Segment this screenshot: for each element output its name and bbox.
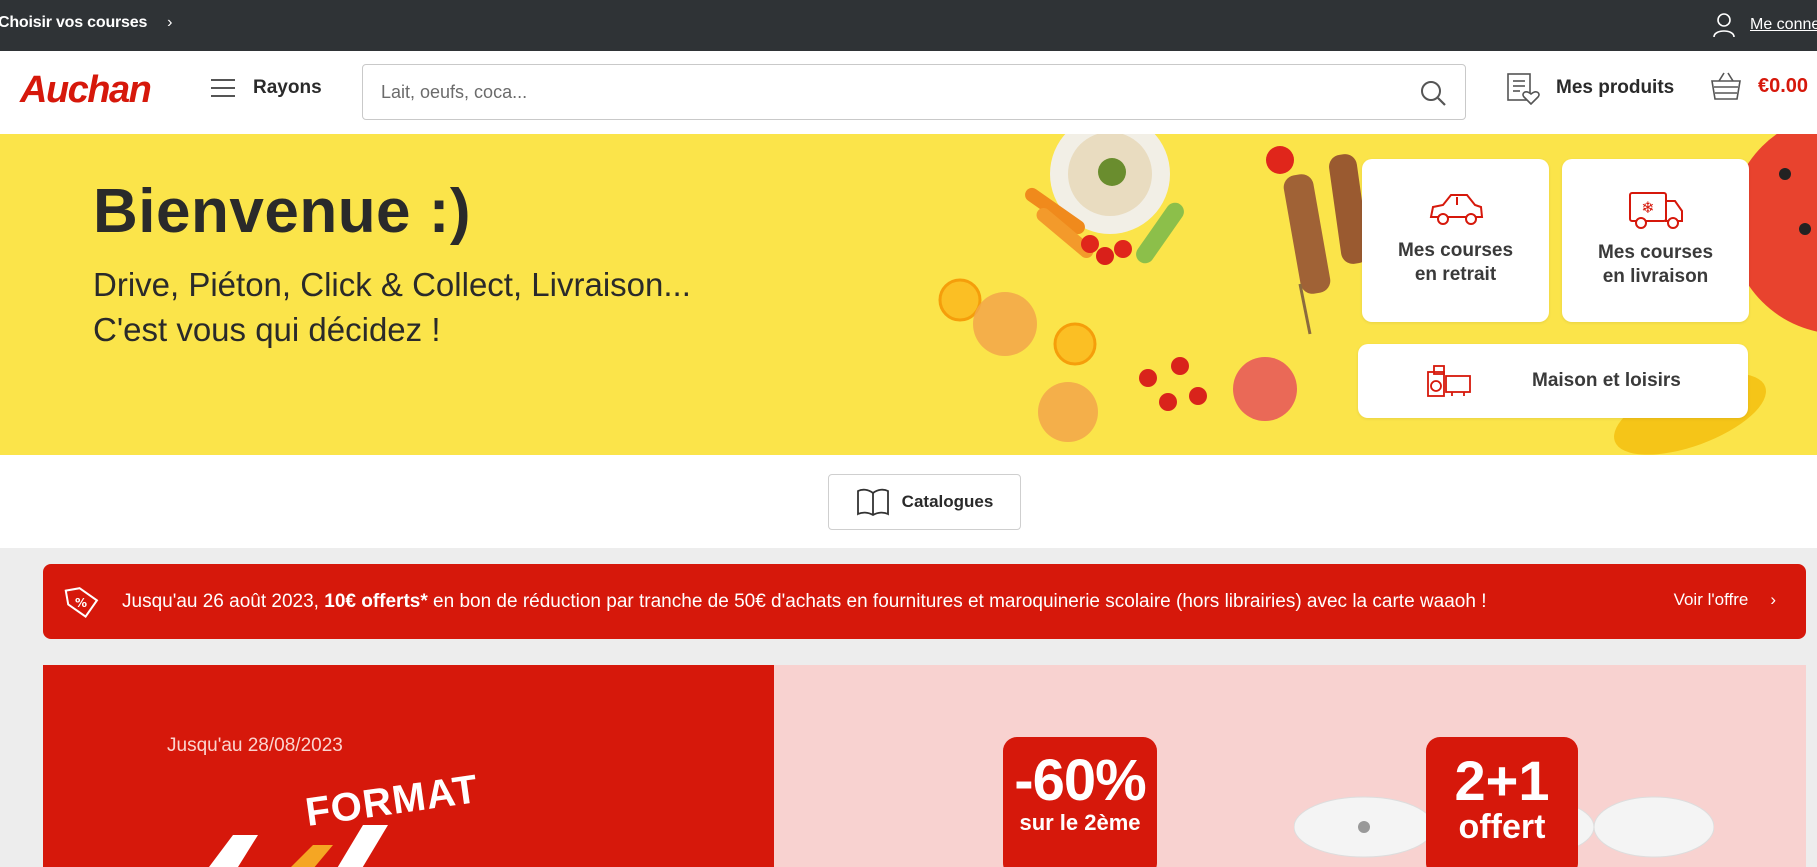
menu-icon xyxy=(211,78,235,98)
discount-badge: -60% sur le 2ème xyxy=(1003,737,1157,867)
card-mes-courses-livraison[interactable]: ❄ Mes courses en livraison xyxy=(1562,159,1749,322)
rayons-menu-button[interactable]: Rayons xyxy=(211,77,322,99)
catalogues-strip: Catalogues xyxy=(0,455,1817,548)
offer-badge-big: 2+1 xyxy=(1454,749,1550,812)
search-input[interactable] xyxy=(381,77,1381,107)
choose-courses-link[interactable]: Choisir vos courses › xyxy=(0,14,173,32)
cart-total: €0.00 xyxy=(1758,74,1809,97)
rayons-label: Rayons xyxy=(253,77,322,98)
discount-tag-icon: % xyxy=(64,586,99,618)
card-livraison-line1: Mes courses xyxy=(1597,242,1714,263)
voir-offre-label: Voir l'offre xyxy=(1673,590,1749,609)
choose-courses-label: Choisir vos courses xyxy=(0,14,148,31)
hero-banner: Bienvenue :) Drive, Piéton, Click & Coll… xyxy=(0,134,1817,455)
promo-text: Jusqu'au 26 août 2023, 10€ offerts* en b… xyxy=(122,591,1486,613)
mes-produits-link[interactable]: Mes produits xyxy=(1506,71,1674,105)
promo-banner[interactable]: % Jusqu'au 26 août 2023, 10€ offerts* en… xyxy=(43,564,1806,639)
offer-badge: 2+1 offert xyxy=(1426,737,1578,867)
promo-text-before: Jusqu'au 26 août 2023, xyxy=(122,590,325,612)
hero-subtitle-line1: Drive, Piéton, Click & Collect, Livraiso… xyxy=(93,266,691,303)
list-heart-icon xyxy=(1507,73,1540,105)
top-bar: Choisir vos courses › Me connecter xyxy=(0,0,1817,51)
discount-badge-big: -60% xyxy=(1014,748,1146,813)
svg-text:%: % xyxy=(75,596,87,610)
cart-button[interactable]: €0.00 xyxy=(1710,71,1808,101)
login-label: Me connecter xyxy=(1750,16,1817,33)
car-icon xyxy=(1429,194,1483,225)
svg-text:❄: ❄ xyxy=(1641,198,1654,217)
promo-tile-format[interactable]: Jusqu'au 28/08/2023 FORMAT xyxy=(43,665,774,867)
main-header: Auchan Rayons Mes produits €0.00 xyxy=(0,51,1817,134)
format-graphic xyxy=(209,825,388,867)
card-livraison-line2: en livraison xyxy=(1602,266,1709,287)
card-maison-label: Maison et loisirs xyxy=(1532,370,1681,391)
search-icon[interactable] xyxy=(1419,79,1447,107)
user-icon xyxy=(1713,13,1735,38)
delivery-truck-icon: ❄ xyxy=(1628,192,1683,229)
card-mes-courses-retrait[interactable]: Mes courses en retrait xyxy=(1362,159,1549,322)
promo-text-after: en bon de réduction par tranche de 50€ d… xyxy=(427,590,1487,612)
chevron-right-icon: › xyxy=(167,14,173,31)
card-retrait-line1: Mes courses xyxy=(1397,240,1514,261)
chevron-right-icon: › xyxy=(1770,590,1776,609)
appliances-icon xyxy=(1427,365,1471,397)
hero-subtitle-line2: C'est vous qui décidez ! xyxy=(93,311,441,348)
hero-subtitle: Drive, Piéton, Click & Collect, Livraiso… xyxy=(93,262,691,352)
promo-tile-date: Jusqu'au 28/08/2023 xyxy=(167,735,343,756)
basket-icon xyxy=(1711,72,1741,100)
voir-offre-link[interactable]: Voir l'offre › xyxy=(1674,590,1776,610)
open-book-icon xyxy=(856,488,889,517)
login-link[interactable]: Me connecter xyxy=(1712,12,1817,38)
catalogues-label: Catalogues xyxy=(901,492,994,511)
mes-produits-label: Mes produits xyxy=(1556,77,1675,98)
auchan-logo[interactable]: Auchan xyxy=(20,69,152,112)
discount-badge-small: sur le 2ème xyxy=(1019,810,1141,835)
card-maison-loisirs[interactable]: Maison et loisirs xyxy=(1358,344,1748,418)
offer-badge-small: offert xyxy=(1458,808,1546,846)
promo-tile-discounts[interactable]: -60% sur le 2ème 2+1 offert xyxy=(774,665,1806,867)
hero-title: Bienvenue :) xyxy=(93,177,472,246)
card-retrait-line2: en retrait xyxy=(1414,264,1497,285)
search-box xyxy=(362,64,1466,120)
catalogues-button[interactable]: Catalogues xyxy=(828,474,1021,530)
promo-text-bold: 10€ offerts* xyxy=(324,590,428,612)
